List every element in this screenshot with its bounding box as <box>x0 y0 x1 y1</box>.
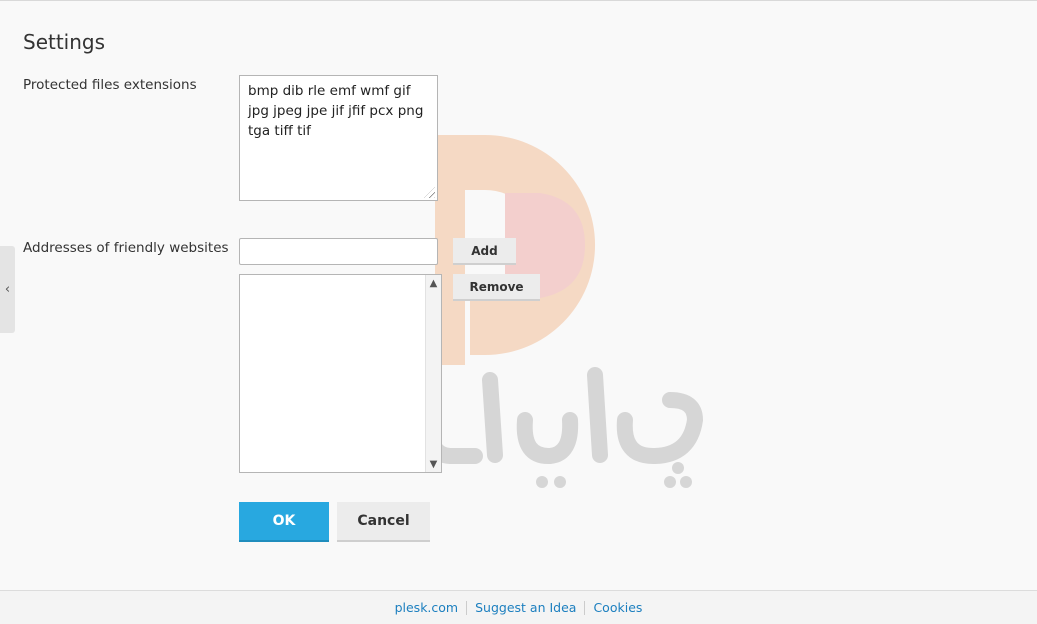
list-scrollbar[interactable]: ▲ ▼ <box>425 275 441 472</box>
cancel-button[interactable]: Cancel <box>337 502 430 542</box>
protected-extensions-textarea[interactable]: bmp dib rle emf wmf gif jpg jpeg jpe jif… <box>239 75 438 201</box>
protected-extensions-label: Protected files extensions <box>23 77 197 93</box>
footer-link-plesk[interactable]: plesk.com <box>387 600 467 615</box>
chevron-left-icon: ‹ <box>4 282 11 297</box>
footer-link-cookies[interactable]: Cookies <box>585 600 650 615</box>
sidebar-toggle[interactable]: ‹ <box>0 246 15 333</box>
chevron-down-icon[interactable]: ▼ <box>426 457 441 471</box>
page-title: Settings <box>23 30 106 54</box>
chevron-up-icon[interactable]: ▲ <box>426 276 441 290</box>
protected-extensions-value: bmp dib rle emf wmf gif jpg jpeg jpe jif… <box>248 83 424 139</box>
top-divider <box>0 0 1037 1</box>
add-button[interactable]: Add <box>453 238 516 265</box>
friendly-websites-label: Addresses of friendly websites <box>23 240 229 256</box>
remove-button[interactable]: Remove <box>453 274 540 301</box>
friendly-website-input[interactable] <box>239 238 438 265</box>
ok-button[interactable]: OK <box>239 502 329 542</box>
footer: plesk.com Suggest an Idea Cookies <box>0 590 1037 624</box>
resize-grip-icon[interactable] <box>424 187 435 198</box>
friendly-websites-list[interactable]: ▲ ▼ <box>239 274 442 473</box>
footer-link-suggest-idea[interactable]: Suggest an Idea <box>467 600 584 615</box>
